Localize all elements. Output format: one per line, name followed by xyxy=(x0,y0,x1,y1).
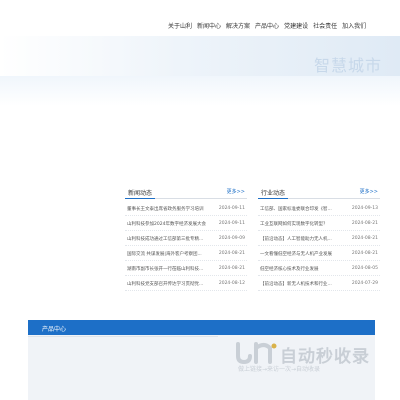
news-item-title[interactable]: 山利科技参加2024年数字经济发展大会 xyxy=(127,221,209,227)
news-item-title[interactable]: 国际交流 共谋发展|海外客户考察团... xyxy=(127,251,209,257)
news-list-item[interactable]: 山利科技成功通过工信部第三批专精... 2024-09-09 xyxy=(125,231,247,246)
nav-item[interactable]: 加入我们 xyxy=(342,21,366,30)
header: 关于山利 新闻中心 解决方案 产品中心 党建建设 社会责任 加入我们 xyxy=(0,0,400,36)
news-item-title[interactable]: 湖南市副市长张开一行莅临山利科技... xyxy=(127,266,209,272)
divider xyxy=(28,336,218,337)
nav-item[interactable]: 社会责任 xyxy=(313,21,337,30)
news-item-title[interactable]: 董事长王文泰出席省政务服务学习培训 xyxy=(127,206,209,212)
industry-list-item[interactable]: 工信部、国家标准委联合印发《智... 2024-09-13 xyxy=(258,201,380,216)
industry-item-date: 2024-08-05 xyxy=(351,266,378,271)
industry-item-date: 2024-07-29 xyxy=(351,281,378,286)
industry-list-item[interactable]: 【前沿动态】新无人机技术和行业... 2024-07-29 xyxy=(258,276,380,291)
news-item-date: 2024-08-21 xyxy=(218,251,245,256)
news-item-date: 2024-08-12 xyxy=(218,281,245,286)
news-panel: 新闻动态 更多>> 董事长王文泰出席省政务服务学习培训 2024-09-11 山利科… xyxy=(125,184,247,291)
industry-more-link[interactable]: 更多>> xyxy=(360,188,378,195)
watermark-subtext: 做上链接→来访一次→自动收录 xyxy=(238,366,321,373)
industry-item-title[interactable]: 工信部、国家标准委联合印发《智... xyxy=(260,206,342,212)
banner-slogan: 智慧城市 xyxy=(313,56,382,75)
industry-list-item[interactable]: 【前沿动态】人工智能助力无人机... 2024-08-21 xyxy=(258,231,380,246)
nav-item[interactable]: 关于山利 xyxy=(168,21,192,30)
industry-panel: 行业动态 更多>> 工信部、国家标准委联合印发《智... 2024-09-13 工业… xyxy=(258,184,380,291)
industry-item-title[interactable]: 工业互联网如何实现数字化转型？ xyxy=(260,221,342,227)
nav-item[interactable]: 党建建设 xyxy=(284,21,308,30)
industry-item-date: 2024-09-13 xyxy=(351,206,378,211)
industry-item-title[interactable]: 一文看懂低空经济与无人机产业发展 xyxy=(260,251,342,257)
header-accent-line xyxy=(258,198,288,199)
main-nav: 关于山利 新闻中心 解决方案 产品中心 党建建设 社会责任 加入我们 xyxy=(168,21,366,30)
nav-item[interactable]: 解决方案 xyxy=(226,21,250,30)
hero-banner: 智慧城市 xyxy=(0,36,400,178)
watermark-logo-icon xyxy=(236,342,277,365)
banner-fade xyxy=(0,76,400,106)
nav-item[interactable]: 产品中心 xyxy=(255,21,279,30)
industry-list: 工信部、国家标准委联合印发《智... 2024-09-13 工业互联网如何实现数字化… xyxy=(258,201,380,291)
industry-list-item[interactable]: 工业互联网如何实现数字化转型？ 2024-08-21 xyxy=(258,216,380,231)
industry-item-title[interactable]: 【前沿动态】人工智能助力无人机... xyxy=(260,236,342,242)
news-list-item[interactable]: 山利科技党支部召开传达学习贯彻党... 2024-08-12 xyxy=(125,276,247,291)
news-item-title[interactable]: 山利科技党支部召开传达学习贯彻党... xyxy=(127,281,209,287)
news-panel-header: 新闻动态 更多>> xyxy=(125,184,247,199)
industry-item-date: 2024-08-21 xyxy=(351,221,378,226)
industry-panel-title: 行业动态 xyxy=(261,190,286,197)
industry-list-item[interactable]: 一文看懂低空经济与无人机产业发展 2024-08-21 xyxy=(258,246,380,261)
news-panel-title: 新闻动态 xyxy=(128,190,153,197)
news-item-date: 2024-09-11 xyxy=(218,221,245,226)
header-accent-line xyxy=(125,198,155,199)
news-list-item[interactable]: 山利科技参加2024年数字经济发展大会 2024-09-11 xyxy=(125,216,247,231)
news-list-item[interactable]: 湖南市副市长张开一行莅临山利科技... 2024-08-21 xyxy=(125,261,247,276)
product-center-title[interactable]: 产品中心 xyxy=(42,324,66,333)
news-more-link[interactable]: 更多>> xyxy=(227,188,245,195)
news-list-item[interactable]: 国际交流 共谋发展|海外客户考察团... 2024-08-21 xyxy=(125,246,247,261)
news-item-title[interactable]: 山利科技成功通过工信部第三批专精... xyxy=(127,236,209,242)
nav-item[interactable]: 新闻中心 xyxy=(197,21,221,30)
news-item-date: 2024-09-09 xyxy=(218,236,245,241)
industry-item-title[interactable]: 【前沿动态】新无人机技术和行业... xyxy=(260,281,342,287)
industry-item-date: 2024-08-21 xyxy=(351,251,378,256)
news-list-item[interactable]: 董事长王文泰出席省政务服务学习培训 2024-09-11 xyxy=(125,201,247,216)
product-center-bar: 产品中心 xyxy=(28,320,375,335)
news-list: 董事长王文泰出席省政务服务学习培训 2024-09-11 山利科技参加2024年数字… xyxy=(125,201,247,291)
industry-list-item[interactable]: 低空经济核心技术及行业发展 2024-08-05 xyxy=(258,261,380,276)
news-item-date: 2024-09-11 xyxy=(218,206,245,211)
industry-item-date: 2024-08-21 xyxy=(351,236,378,241)
industry-item-title[interactable]: 低空经济核心技术及行业发展 xyxy=(260,266,342,272)
industry-panel-header: 行业动态 更多>> xyxy=(258,184,380,199)
news-item-date: 2024-08-21 xyxy=(218,266,245,271)
